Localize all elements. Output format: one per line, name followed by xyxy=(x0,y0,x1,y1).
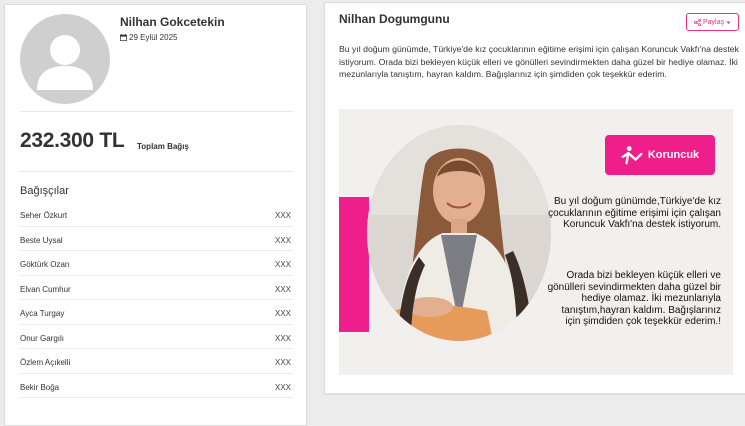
koruncuk-logo: Koruncuk xyxy=(605,135,715,175)
fundraiser-owner-card: Nilhan Gokcetekin 29 Eylül 2025 232.300 … xyxy=(4,4,307,426)
donor-name: Bekir Boğa xyxy=(20,382,60,392)
campaign-photo xyxy=(367,125,551,341)
donor-name: Ayca Turgay xyxy=(20,309,65,319)
share-button-label: Paylaş xyxy=(702,18,724,26)
donor-row: Göktürk Ozan XXX xyxy=(20,251,293,276)
donor-row: Seher Özkurt XXX xyxy=(20,202,293,227)
donor-row: Onur Gargılı XXX xyxy=(20,325,293,349)
donor-amount: XXX xyxy=(274,235,291,245)
caret-down-icon xyxy=(726,21,731,24)
donor-row: Elvan Cumhur XXX xyxy=(20,276,293,300)
donor-row: Ayca Turgay XXX xyxy=(20,300,293,325)
campaign-description: Bu yıl doğum günümde, Türkiye'de kız çoc… xyxy=(339,44,739,80)
share-button[interactable]: Paylaş xyxy=(686,13,739,31)
donor-row: Özlem Açıkelli XXX xyxy=(20,349,293,374)
banner-pink-accent xyxy=(339,197,369,332)
user-silhouette-icon xyxy=(37,35,93,90)
koruncuk-logo-mark-icon xyxy=(621,146,643,165)
owner-name: Nilhan Gokcetekin xyxy=(120,15,225,29)
donor-name: Onur Gargılı xyxy=(20,333,65,343)
avatar xyxy=(20,14,110,104)
share-icon xyxy=(693,18,701,26)
divider xyxy=(20,171,293,172)
divider xyxy=(20,111,293,112)
donor-name: Özlem Açıkelli xyxy=(20,358,71,368)
owner-date: 29 Eylül 2025 xyxy=(120,33,177,42)
donor-name: Göktürk Ozan xyxy=(20,260,70,270)
campaign-card: Nilhan Dogumgunu Paylaş Bu yıl doğum gün… xyxy=(324,2,745,394)
donor-row: Bekir Boğa XXX xyxy=(20,374,293,398)
donor-name: Seher Özkurt xyxy=(20,211,68,221)
donor-amount: XXX xyxy=(274,382,291,392)
total-amount-label: Toplam Bağış xyxy=(137,142,189,151)
donors-title: Bağışçılar xyxy=(20,185,69,197)
campaign-title: Nilhan Dogumgunu xyxy=(339,12,450,26)
banner-text-1: Bu yıl doğum günümde,Türkiye'de kız çocu… xyxy=(548,196,721,231)
banner-text-2: Orada bizi bekleyen küçük elleri ve gönü… xyxy=(547,270,721,328)
donor-amount: XXX xyxy=(274,284,291,294)
donor-amount: XXX xyxy=(274,309,291,319)
campaign-banner: Koruncuk Bu yıl doğum günümde,Türkiye'de… xyxy=(339,109,733,375)
koruncuk-logo-text: Koruncuk xyxy=(647,149,700,161)
woman-portrait-illustration xyxy=(367,125,551,341)
owner-date-text: 29 Eylül 2025 xyxy=(129,33,178,42)
total-amount: 232.300 TL xyxy=(20,129,125,152)
calendar-icon xyxy=(120,34,127,41)
donor-amount: XXX xyxy=(274,358,291,368)
donor-amount: XXX xyxy=(274,260,291,270)
donor-name: Elvan Cumhur xyxy=(20,284,71,294)
donor-list: Seher Özkurt XXX Beste Uysal XXX Göktürk Oza… xyxy=(20,202,293,398)
donor-name: Beste Uysal xyxy=(20,235,63,245)
donor-amount: XXX xyxy=(274,333,291,343)
donor-amount: XXX xyxy=(274,211,291,221)
donor-row: Beste Uysal XXX xyxy=(20,227,293,251)
